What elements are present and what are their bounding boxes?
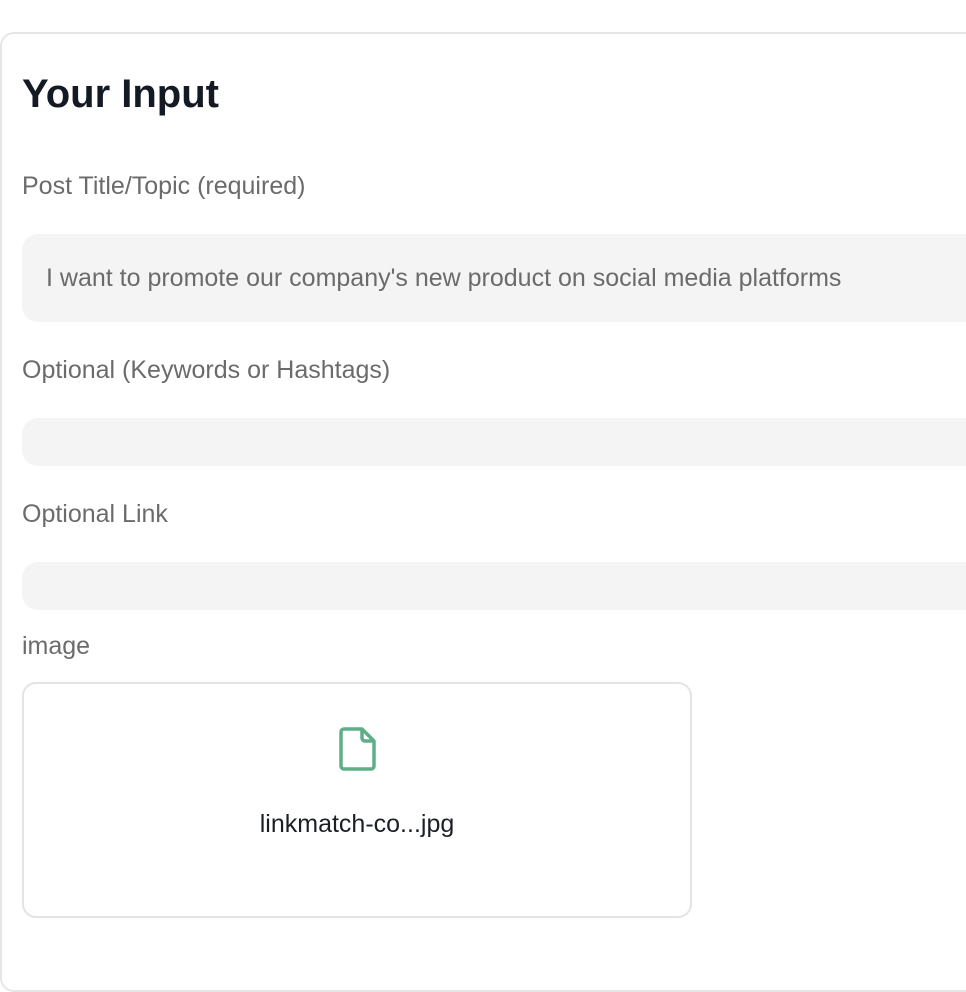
link-label: Optional Link	[22, 500, 168, 528]
post-title-value: I want to promote our company's new prod…	[46, 263, 842, 292]
image-label: image	[22, 632, 91, 660]
panel-title: Your Input	[22, 72, 219, 116]
image-dropzone[interactable]: linkmatch-co...jpg	[22, 682, 692, 918]
post-title-input[interactable]: I want to promote our company's new prod…	[22, 234, 966, 322]
post-title-label: Post Title/Topic (required)	[22, 172, 306, 200]
link-input[interactable]	[22, 562, 966, 610]
keywords-input[interactable]	[22, 418, 966, 466]
uploaded-file-name: linkmatch-co...jpg	[259, 810, 455, 838]
file-icon	[339, 727, 376, 771]
keywords-label: Optional (Keywords or Hashtags)	[22, 356, 391, 384]
